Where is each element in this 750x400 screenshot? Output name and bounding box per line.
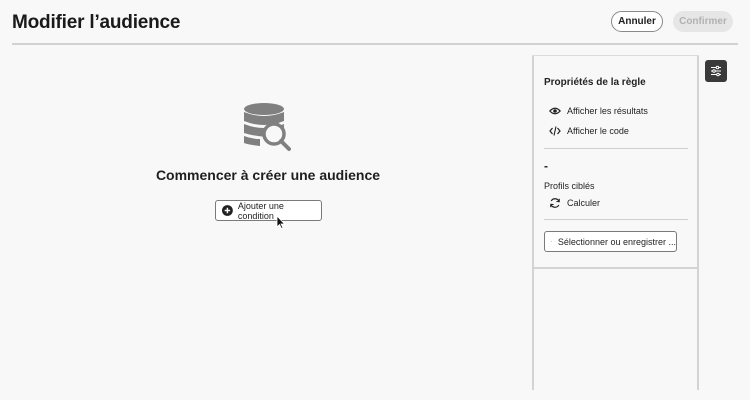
- refresh-icon: [550, 198, 560, 208]
- profiles-count-value: -: [544, 159, 548, 173]
- filter-icon: [551, 241, 552, 242]
- rule-canvas: [0, 45, 532, 400]
- select-or-save-label: Sélectionner ou enregistrer ...: [557, 236, 676, 247]
- confirm-button[interactable]: Confirmer: [673, 11, 733, 32]
- panel-left-border: [532, 55, 534, 390]
- show-results-label: Afficher les résultats: [567, 106, 648, 116]
- page-title: Modifier l’audience: [12, 12, 181, 33]
- mouse-cursor-icon: [276, 215, 286, 229]
- panel-bottom-border: [532, 267, 699, 269]
- panel-separator: [544, 148, 688, 149]
- rule-properties-title: Propriétés de la règle: [544, 77, 646, 88]
- empty-state-title: Commencer à créer une audience: [155, 167, 381, 183]
- show-code-label: Afficher le code: [567, 126, 629, 136]
- settings-button[interactable]: [705, 60, 727, 82]
- show-results-link[interactable]: Afficher les résultats: [549, 105, 648, 117]
- cancel-button[interactable]: Annuler: [611, 11, 663, 32]
- add-condition-button[interactable]: Ajouter une condition: [215, 200, 322, 221]
- show-code-link[interactable]: Afficher le code: [549, 125, 629, 137]
- sliders-icon: [711, 65, 721, 77]
- add-circle-icon: [222, 205, 233, 216]
- panel-top-border: [532, 55, 699, 56]
- panel-right-border: [697, 55, 699, 390]
- compute-link[interactable]: Calculer: [549, 197, 600, 209]
- compute-label: Calculer: [567, 198, 601, 208]
- select-or-save-button[interactable]: Sélectionner ou enregistrer ...: [544, 231, 677, 252]
- header: Modifier l’audience Annuler Confirmer: [0, 0, 750, 45]
- eye-icon: [549, 107, 561, 115]
- profiles-count-label: Profils ciblés: [544, 181, 595, 191]
- database-search-icon: [244, 103, 291, 151]
- panel-separator: [544, 219, 688, 220]
- code-icon: [549, 126, 561, 136]
